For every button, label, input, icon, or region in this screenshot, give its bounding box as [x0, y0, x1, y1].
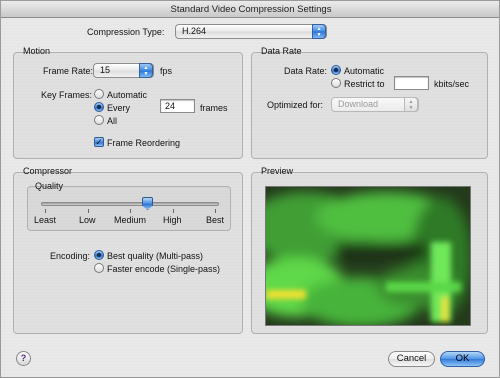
quality-level-medium: Medium: [114, 215, 147, 225]
quality-slider-track[interactable]: [41, 202, 219, 206]
frame-reordering-checkbox[interactable]: ✓: [94, 137, 104, 147]
key-frames-every-field[interactable]: 24: [160, 99, 195, 113]
preview-image: [265, 186, 471, 326]
motion-group-title: Motion: [23, 46, 51, 56]
optimized-for-popup[interactable]: Download ▲ ▼: [331, 97, 419, 112]
preview-group-title: Preview: [261, 166, 294, 176]
frame-rate-value: 15: [100, 65, 111, 75]
quality-tick: [130, 209, 131, 213]
window-title: Standard Video Compression Settings: [1, 1, 499, 18]
data-rate-restrict-label: Restrict to: [344, 79, 385, 89]
encoding-best-quality-radio[interactable]: [94, 250, 104, 260]
key-frames-automatic-label: Automatic: [107, 90, 148, 100]
popup-arrows-icon: ▲ ▼: [404, 97, 418, 112]
ok-button[interactable]: OK: [440, 351, 485, 367]
encoding-label: Encoding:: [50, 251, 91, 261]
data-rate-automatic-radio[interactable]: [331, 65, 341, 75]
compressor-group-title: Compressor: [23, 166, 73, 176]
quality-label: Quality: [35, 181, 64, 191]
data-rate-unit: kbits/sec: [434, 79, 470, 89]
quality-level-high: High: [163, 215, 182, 225]
help-button[interactable]: ?: [16, 351, 31, 366]
compression-settings-window: Standard Video Compression Settings Comp…: [0, 0, 500, 378]
key-frames-all-label: All: [107, 116, 118, 126]
quality-tick: [87, 209, 89, 213]
frame-rate-label: Frame Rate:: [43, 66, 94, 76]
compression-type-popup[interactable]: H.264 ▲ ▼: [175, 24, 327, 39]
optimized-for-label: Optimized for:: [267, 100, 324, 110]
data-rate-automatic-label: Automatic: [344, 66, 385, 76]
encoding-best-quality-label: Best quality (Multi-pass): [107, 251, 204, 261]
quality-level-least: Least: [34, 215, 57, 225]
quality-level-low: Low: [79, 215, 96, 225]
optimized-for-value: Download: [338, 99, 379, 109]
key-frames-automatic-radio[interactable]: [94, 89, 104, 99]
data-rate-label: Data Rate:: [284, 66, 328, 76]
data-rate-restrict-field[interactable]: [394, 76, 429, 90]
popup-arrows-icon: ▲ ▼: [139, 63, 153, 78]
quality-level-best: Best: [206, 215, 225, 225]
cancel-button[interactable]: Cancel: [388, 351, 435, 367]
data-rate-group-title: Data Rate: [261, 46, 302, 56]
key-frames-every-label: Every: [107, 103, 131, 113]
key-frames-every-radio[interactable]: [94, 102, 104, 112]
key-frames-every-unit: frames: [200, 103, 228, 113]
preview-video-frame: [266, 187, 470, 325]
data-rate-restrict-radio[interactable]: [331, 78, 341, 88]
popup-arrows-icon: ▲ ▼: [312, 24, 326, 39]
compression-type-label: Compression Type:: [87, 27, 165, 37]
key-frames-label: Key Frames:: [41, 90, 93, 100]
quality-tick: [172, 209, 174, 213]
frame-rate-popup[interactable]: 15 ▲ ▼: [93, 63, 154, 78]
key-frames-all-radio[interactable]: [94, 115, 104, 125]
compression-type-value: H.264: [182, 26, 207, 36]
quality-tick: [215, 209, 216, 213]
frame-reordering-label: Frame Reordering: [107, 138, 181, 148]
frame-rate-unit: fps: [160, 66, 173, 76]
encoding-faster-radio[interactable]: [94, 263, 104, 273]
encoding-faster-label: Faster encode (Single-pass): [107, 264, 221, 274]
quality-tick: [45, 209, 46, 213]
